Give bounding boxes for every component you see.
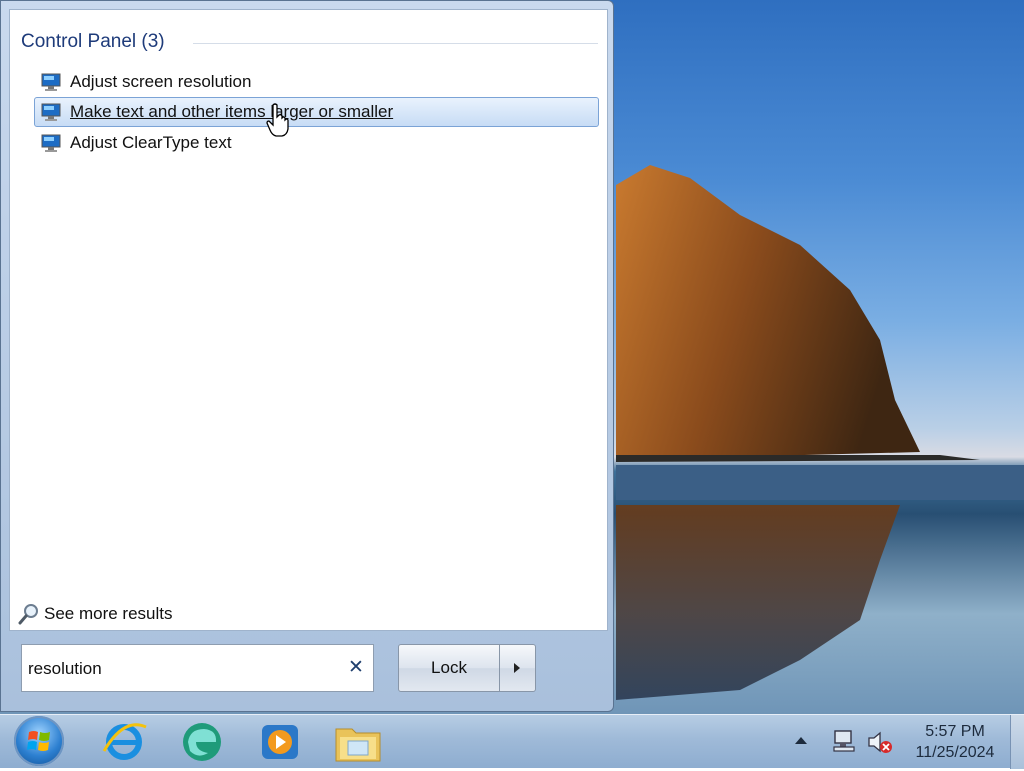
media-player-icon — [262, 725, 298, 759]
search-input-value[interactable]: resolution — [28, 659, 102, 679]
network-icon[interactable] — [832, 729, 858, 755]
internet-explorer-icon — [102, 723, 147, 760]
start-menu: Control Panel (3) Adjust screen resoluti… — [0, 0, 614, 712]
show-desktop-button[interactable] — [1010, 715, 1024, 769]
taskbar-internet-explorer[interactable] — [96, 717, 152, 767]
start-button[interactable] — [14, 716, 64, 766]
volume-muted-icon[interactable] — [866, 729, 894, 755]
result-label: Make text and other items larger or smal… — [70, 102, 394, 121]
file-explorer-icon — [335, 728, 381, 762]
chevron-right-icon — [514, 663, 520, 673]
show-hidden-icons-arrow[interactable] — [795, 737, 807, 744]
edge-icon — [183, 723, 221, 761]
power-options-arrow-button[interactable] — [500, 644, 536, 692]
result-adjust-cleartype-text[interactable]: Adjust ClearType text — [34, 128, 599, 158]
windows-logo-icon — [27, 731, 50, 751]
system-clock[interactable]: 5:57 PM 11/25/2024 — [900, 721, 1010, 763]
display-icon — [41, 73, 61, 91]
display-icon — [41, 103, 61, 121]
lock-button[interactable]: Lock — [398, 644, 500, 692]
results-group-header[interactable]: Control Panel (3) — [21, 31, 165, 53]
taskbar: 5:57 PM 11/25/2024 — [0, 714, 1024, 769]
clock-time: 5:57 PM — [925, 723, 985, 740]
taskbar-edge[interactable] — [174, 717, 230, 767]
magnifier-icon — [18, 604, 38, 625]
clock-date: 11/25/2024 — [915, 744, 995, 761]
taskbar-media-player[interactable] — [252, 717, 308, 767]
hand-cursor-icon — [266, 103, 289, 137]
search-input[interactable]: resolution ✕ — [21, 644, 374, 692]
group-divider — [193, 43, 598, 44]
clear-search-icon[interactable]: ✕ — [347, 657, 365, 677]
result-label: Adjust screen resolution — [70, 72, 252, 91]
search-results-pane: Control Panel (3) Adjust screen resoluti… — [9, 9, 608, 631]
result-label: Adjust ClearType text — [70, 133, 232, 152]
display-icon — [41, 134, 61, 152]
result-adjust-screen-resolution[interactable]: Adjust screen resolution — [34, 67, 599, 97]
result-make-text-larger-or-smaller[interactable]: Make text and other items larger or smal… — [34, 97, 599, 127]
see-more-label: See more results — [44, 604, 173, 623]
taskbar-file-explorer[interactable] — [330, 717, 386, 767]
